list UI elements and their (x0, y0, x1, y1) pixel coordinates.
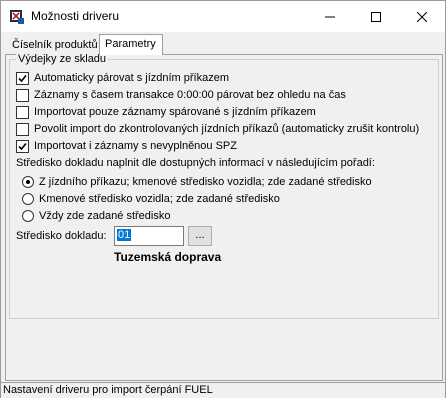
center-input-value: 01 (117, 229, 132, 241)
group-legend: Výdejky ze skladu (16, 53, 109, 65)
radio-circle[interactable] (22, 210, 34, 222)
checkbox-label: Importovat i záznamy s nevyplněnou SPZ (34, 140, 237, 152)
dialog-window: Možnosti driveru Číselník produktů Param… (0, 0, 446, 398)
close-button[interactable] (399, 1, 445, 32)
checkbox-label: Automaticky párovat s jízdním příkazem (34, 72, 230, 84)
radio-from-trip[interactable]: Z jízdního příkazu; kmenové středisko vo… (22, 174, 372, 190)
maximize-button[interactable] (353, 1, 399, 32)
app-icon (9, 9, 25, 25)
checkbox-box[interactable] (16, 122, 29, 136)
checkbox-box[interactable] (16, 71, 29, 85)
center-resolved-name: Tuzemská doprava (114, 250, 222, 264)
radio-selected-dot (26, 180, 30, 184)
checkbox-auto-pair[interactable]: Automaticky párovat s jízdním příkazem (16, 70, 229, 86)
checkbox-empty-spz[interactable]: Importovat i záznamy s nevyplněnou SPZ (16, 138, 237, 154)
checkbox-box[interactable] (16, 105, 29, 119)
close-icon (417, 11, 427, 22)
checkmark-icon (18, 142, 27, 150)
center-input[interactable]: 01 (114, 226, 184, 246)
center-field-label: Středisko dokladu: (16, 230, 107, 242)
checkbox-label: Importovat pouze záznamy spárované s jíz… (34, 106, 316, 118)
checkbox-allow-checked[interactable]: Povolit import do zkontrolovaných jízdní… (16, 121, 419, 137)
minimize-button[interactable] (307, 1, 353, 32)
radio-label: Vždy zde zadané středisko (39, 210, 171, 222)
group-vydejky: Výdejky ze skladu Automaticky párovat s … (9, 53, 439, 319)
maximize-icon (371, 11, 381, 22)
checkbox-box[interactable] (16, 88, 29, 102)
checkbox-label: Povolit import do zkontrolovaných jízdní… (34, 123, 420, 135)
checkbox-only-paired[interactable]: Importovat pouze záznamy spárované s jíz… (16, 104, 316, 120)
radio-label: Kmenové středisko vozidla; zde zadané st… (39, 193, 280, 205)
status-bar: Nastavení driveru pro import čerpání FUE… (1, 382, 445, 398)
tab-ciselnik-produktu[interactable]: Číselník produktů (7, 37, 99, 54)
center-rule-label: Středisko dokladu naplnit dle dostupných… (16, 157, 375, 169)
checkmark-icon (18, 74, 27, 82)
tab-parametry[interactable]: Parametry (99, 34, 163, 55)
radio-always-here[interactable]: Vždy zde zadané středisko (22, 208, 170, 224)
minimize-icon (325, 16, 335, 17)
tab-panel-parametry: Výdejky ze skladu Automaticky párovat s … (5, 53, 443, 381)
radio-vehicle-center[interactable]: Kmenové středisko vozidla; zde zadané st… (22, 191, 280, 207)
checkbox-label: Záznamy s časem transakce 0:00:00 párova… (34, 89, 346, 101)
title-bar: Možnosti driveru (1, 1, 445, 32)
radio-circle[interactable] (22, 176, 34, 188)
radio-circle[interactable] (22, 193, 34, 205)
radio-label: Z jízdního příkazu; kmenové středisko vo… (39, 176, 372, 188)
window-title: Možnosti driveru (31, 9, 120, 23)
checkbox-ignore-time[interactable]: Záznamy s časem transakce 0:00:00 párova… (16, 87, 346, 103)
checkbox-box[interactable] (16, 139, 29, 153)
browse-center-button[interactable]: ... (188, 226, 212, 246)
